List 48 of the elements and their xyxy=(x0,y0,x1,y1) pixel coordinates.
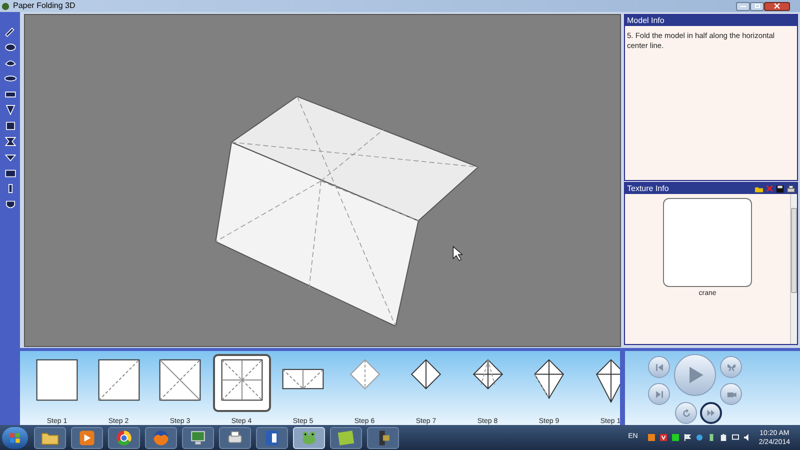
taskbar-app-button[interactable] xyxy=(256,426,288,448)
panel-title: Texture Info xyxy=(627,184,670,192)
folder-icon[interactable] xyxy=(755,184,763,192)
save-icon[interactable] xyxy=(776,184,784,192)
skip-back-icon xyxy=(654,362,664,372)
ring-logo-icon xyxy=(114,428,134,448)
v-logo-icon[interactable] xyxy=(660,434,667,441)
skip-back-button[interactable] xyxy=(648,356,670,378)
taskbar-app-button[interactable] xyxy=(71,426,103,448)
printer-icon[interactable] xyxy=(787,184,795,192)
windows-logo-icon xyxy=(9,432,21,444)
taskbar-app-button[interactable] xyxy=(108,426,140,448)
battery-icon[interactable] xyxy=(720,434,727,441)
maximize-button[interactable] xyxy=(750,2,764,10)
note-icon xyxy=(336,428,356,448)
butterfly-button[interactable] xyxy=(720,356,742,378)
close-icon xyxy=(774,3,780,9)
network-icon[interactable] xyxy=(696,434,703,441)
taskbar-app-button[interactable] xyxy=(182,426,214,448)
device-icon[interactable] xyxy=(708,434,715,441)
app-logo-icon xyxy=(1,2,10,10)
play-icon xyxy=(77,428,97,448)
panel-title: Model Info xyxy=(627,16,664,24)
replay-icon xyxy=(680,408,692,418)
play-button[interactable] xyxy=(674,354,716,396)
skip-forward-icon xyxy=(654,388,664,400)
taskbar-app-button[interactable] xyxy=(330,426,362,448)
skip-forward-button[interactable] xyxy=(648,383,670,405)
speaker-icon[interactable] xyxy=(744,434,751,441)
music-icon[interactable] xyxy=(648,434,655,441)
taskbar-app-button[interactable] xyxy=(219,426,251,448)
maximize-icon xyxy=(754,4,760,8)
monitor-icon[interactable] xyxy=(732,434,739,441)
minimize-button[interactable] xyxy=(736,2,750,10)
start-button[interactable] xyxy=(2,426,28,448)
flag-icon[interactable] xyxy=(684,434,691,441)
butterfly-icon xyxy=(726,362,736,372)
square-status-icon[interactable] xyxy=(672,434,679,441)
globe-icon xyxy=(151,428,171,448)
mouse-cursor-icon xyxy=(452,246,463,261)
texture-preview[interactable] xyxy=(663,198,752,287)
model-tool-icon[interactable] xyxy=(2,134,18,149)
window-title: Paper Folding 3D xyxy=(13,2,76,10)
taskbar-app-button[interactable] xyxy=(367,426,399,448)
taskbar-app-button[interactable] xyxy=(34,426,66,448)
fast-forward-button[interactable] xyxy=(700,402,722,424)
fast-forward-icon xyxy=(706,408,716,418)
close-button[interactable] xyxy=(764,2,790,10)
